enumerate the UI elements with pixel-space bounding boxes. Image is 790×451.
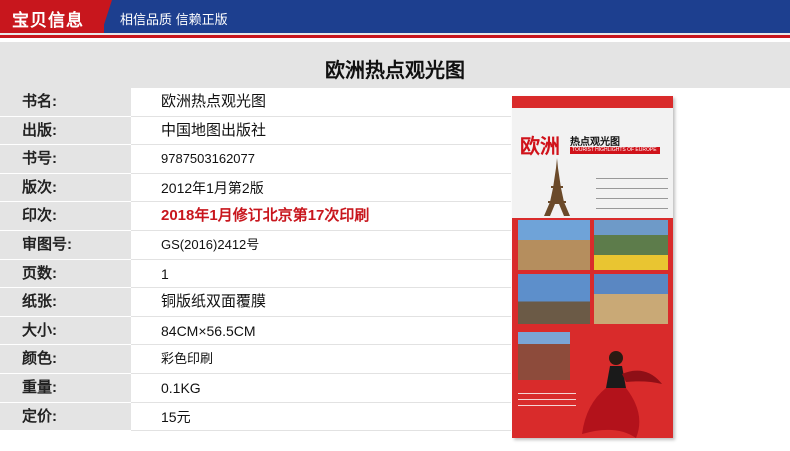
row-value: 1	[131, 260, 511, 289]
header-divider-red	[0, 35, 790, 38]
header-bar: 宝贝信息 相信品质 信赖正版	[0, 0, 790, 38]
cover-top-strip	[512, 96, 673, 108]
alps-photo	[594, 220, 668, 270]
cover-english-title: TOURIST HIGHLIGHTS OF EUROPE	[570, 147, 660, 154]
row-label: 审图号:	[0, 230, 131, 260]
row-label: 纸张:	[0, 288, 131, 317]
flamenco-dancer-icon	[582, 351, 662, 438]
row-value: 84CM×56.5CM	[131, 317, 511, 346]
row-label: 页数:	[0, 259, 131, 289]
row-value: 0.1KG	[131, 374, 511, 403]
cover-note-line	[596, 200, 668, 209]
cover-title: 欧洲	[520, 136, 560, 158]
row-value: 9787503162077	[131, 145, 511, 174]
row-label: 书号:	[0, 145, 131, 174]
cover-footer-notes	[518, 388, 576, 406]
row-label: 大小:	[0, 316, 131, 346]
row-value: 铜版纸双面覆膜	[131, 288, 511, 317]
parthenon-photo	[594, 274, 668, 324]
old-town-photo	[518, 332, 570, 380]
row-label: 书名:	[0, 88, 131, 117]
row-value: GS(2016)2412号	[131, 231, 511, 260]
cover-foot-line	[518, 400, 576, 406]
header-background	[0, 0, 790, 33]
row-value: 欧洲热点观光图	[131, 88, 511, 117]
cover-subtitle: 热点观光图	[570, 137, 620, 148]
row-label: 版次:	[0, 173, 131, 203]
tower-bridge-photo	[518, 274, 590, 324]
row-label: 出版:	[0, 116, 131, 146]
product-cover-image: 欧洲 热点观光图 TOURIST HIGHLIGHTS OF EUROPE	[512, 96, 673, 438]
row-value: 2012年1月第2版	[131, 174, 511, 203]
row-value: 15元	[131, 403, 511, 432]
eiffel-tower-icon	[544, 158, 570, 216]
cover-note-line	[596, 170, 668, 179]
cover-note-line	[596, 190, 668, 199]
row-value: 彩色印刷	[131, 345, 511, 374]
row-value: 2018年1月修订北京第17次印刷	[131, 202, 511, 231]
header-slogan: 相信品质 信赖正版	[120, 12, 228, 27]
row-label: 定价:	[0, 402, 131, 432]
cover-note-line	[596, 180, 668, 189]
colosseum-photo	[518, 220, 590, 270]
row-label: 重量:	[0, 373, 131, 403]
header-title: 宝贝信息	[12, 11, 84, 30]
row-label: 印次:	[0, 202, 131, 231]
product-title: 欧洲热点观光图	[325, 60, 465, 82]
row-label: 颜色:	[0, 345, 131, 374]
cover-notes	[596, 170, 668, 210]
row-value: 中国地图出版社	[131, 117, 511, 146]
